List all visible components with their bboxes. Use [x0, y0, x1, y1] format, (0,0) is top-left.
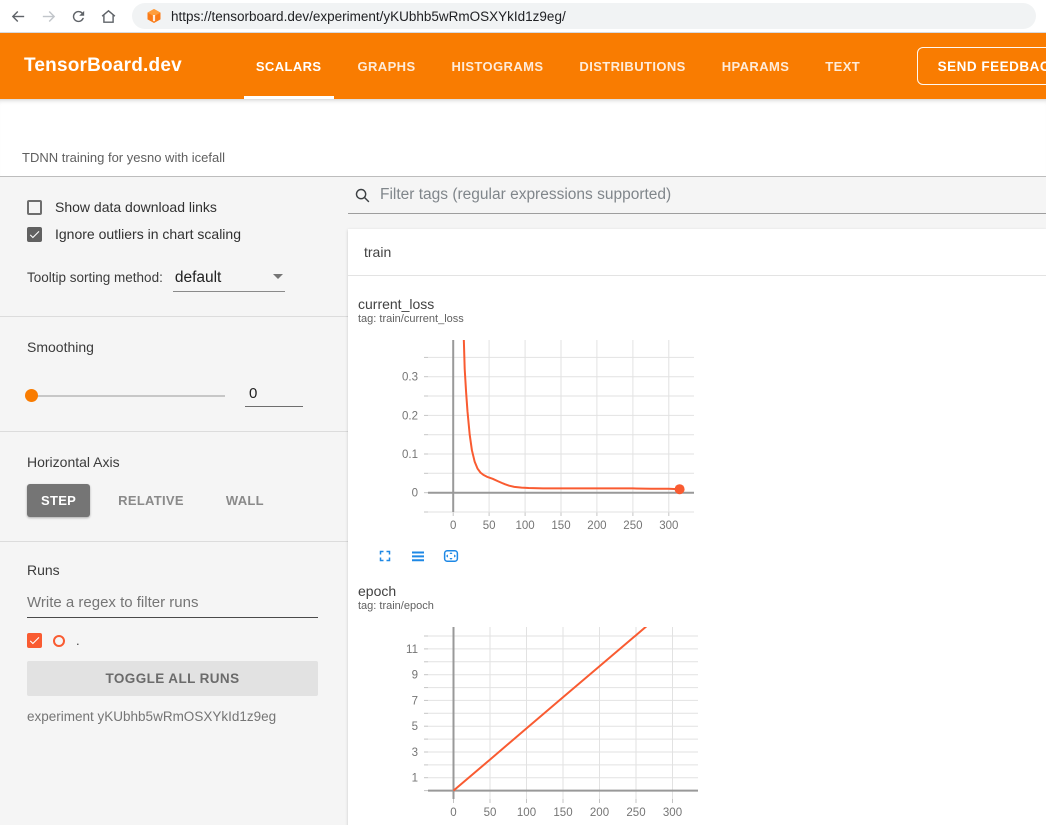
svg-text:0.3: 0.3 [402, 372, 418, 384]
svg-text:50: 50 [484, 807, 497, 819]
chart-tag: tag: train/epoch [358, 600, 706, 612]
section-header-train[interactable]: train [348, 229, 1046, 276]
svg-text:300: 300 [663, 807, 682, 819]
experiment-title-bar: TDNN training for yesno with icefall [0, 99, 1046, 177]
chart-tag: tag: train/current_loss [358, 313, 710, 325]
divider [0, 541, 348, 542]
tab-distributions[interactable]: DISTRIBUTIONS [561, 33, 703, 99]
show-download-links-label: Show data download links [55, 199, 217, 215]
svg-text:250: 250 [623, 520, 642, 532]
svg-text:100: 100 [517, 807, 536, 819]
run-item[interactable]: . [27, 633, 318, 648]
send-feedback-button[interactable]: SEND FEEDBACK [917, 47, 1046, 85]
search-icon [354, 187, 371, 204]
nav-tabs: SCALARS GRAPHS HISTOGRAMS DISTRIBUTIONS … [238, 33, 878, 99]
settings-sidebar: Show data download links Ignore outliers… [0, 177, 348, 824]
ignore-outliers-checkbox[interactable] [27, 227, 42, 242]
svg-text:0.2: 0.2 [402, 410, 418, 422]
reload-icon[interactable] [66, 4, 90, 28]
tab-scalars[interactable]: SCALARS [238, 33, 340, 99]
svg-text:9: 9 [412, 670, 418, 682]
tooltip-sorting-value: default [175, 269, 222, 287]
tab-hparams[interactable]: HPARAMS [704, 33, 808, 99]
check-icon [28, 634, 41, 647]
svg-text:0.1: 0.1 [402, 449, 418, 461]
show-download-links-checkbox[interactable] [27, 200, 42, 215]
svg-text:0: 0 [412, 488, 418, 500]
svg-text:150: 150 [551, 520, 570, 532]
brand-title[interactable]: TensorBoard.dev [24, 55, 182, 77]
main-panel: train current_loss tag: train/current_lo… [348, 177, 1046, 824]
ignore-outliers-row[interactable]: Ignore outliers in chart scaling [27, 226, 318, 242]
svg-text:250: 250 [626, 807, 645, 819]
filter-tags-input[interactable] [380, 186, 1046, 204]
divider [0, 431, 348, 432]
expand-icon[interactable] [376, 547, 394, 565]
horizontal-axis-label: Horizontal Axis [27, 454, 318, 470]
divider [0, 316, 348, 317]
forward-icon[interactable] [36, 4, 60, 28]
toggle-all-runs-button[interactable]: TOGGLE ALL RUNS [27, 661, 318, 696]
axis-step-button[interactable]: STEP [27, 484, 90, 517]
chart-current-loss: current_loss tag: train/current_loss 0 50… [358, 296, 710, 583]
back-icon[interactable] [6, 4, 30, 28]
svg-text:0: 0 [450, 520, 456, 532]
home-icon[interactable] [96, 4, 120, 28]
experiment-title: TDNN training for yesno with icefall [22, 150, 225, 165]
browser-toolbar: https://tensorboard.dev/experiment/yKUbh… [0, 0, 1046, 33]
svg-text:5: 5 [412, 721, 418, 733]
chart-title: current_loss [358, 296, 710, 312]
smoothing-label: Smoothing [27, 339, 318, 355]
ignore-outliers-label: Ignore outliers in chart scaling [55, 226, 241, 242]
tab-histograms[interactable]: HISTOGRAMS [434, 33, 562, 99]
axis-wall-button[interactable]: WALL [212, 484, 278, 517]
smoothing-slider[interactable] [27, 395, 225, 397]
svg-text:300: 300 [659, 520, 678, 532]
svg-text:3: 3 [412, 747, 418, 759]
filter-tags-row [348, 177, 1046, 214]
experiment-id-label: experiment yKUbhb5wRmOSXYkId1z9eg [27, 709, 318, 724]
run-checkbox[interactable] [27, 633, 42, 648]
axis-relative-button[interactable]: RELATIVE [104, 484, 198, 517]
runs-label: Runs [27, 562, 318, 578]
svg-text:0: 0 [450, 807, 456, 819]
chart-title: epoch [358, 583, 706, 599]
tensorboard-favicon [146, 8, 162, 24]
chart-toolbar [376, 547, 710, 565]
url-text: https://tensorboard.dev/experiment/yKUbh… [171, 9, 566, 24]
line-chart[interactable]: 0 50 100 150 200 250 300 0 0.1 0.2 0.3 [358, 334, 700, 539]
svg-text:100: 100 [516, 520, 535, 532]
show-download-links-row[interactable]: Show data download links [27, 199, 318, 215]
tab-text[interactable]: TEXT [807, 33, 878, 99]
tooltip-sorting-label: Tooltip sorting method: [27, 270, 163, 285]
slider-thumb[interactable] [25, 389, 38, 402]
check-icon [28, 228, 41, 241]
address-bar[interactable]: https://tensorboard.dev/experiment/yKUbh… [132, 3, 1036, 29]
tooltip-sorting-dropdown[interactable]: default [173, 269, 285, 292]
run-color-swatch [53, 635, 65, 647]
chart-epoch: epoch tag: train/epoch 0 50 100 150 200 250 30… [358, 583, 706, 825]
smoothing-value[interactable]: 0 [245, 385, 303, 407]
svg-text:7: 7 [412, 695, 418, 707]
fit-domain-icon[interactable] [442, 547, 460, 565]
runs-regex-input[interactable] [27, 594, 318, 618]
chevron-down-icon [273, 274, 283, 279]
svg-text:150: 150 [553, 807, 572, 819]
svg-text:50: 50 [483, 520, 496, 532]
tab-graphs[interactable]: GRAPHS [340, 33, 434, 99]
runs-menu-icon[interactable] [409, 547, 427, 565]
app-header: TensorBoard.dev SCALARS GRAPHS HISTOGRAM… [0, 33, 1046, 99]
charts-grid: current_loss tag: train/current_loss 050… [348, 276, 1046, 825]
run-name: . [76, 633, 80, 648]
line-chart[interactable]: 0 50 100 150 200 250 300 1 3 5 7 9 11 [358, 621, 704, 825]
svg-text:200: 200 [587, 520, 606, 532]
svg-text:1: 1 [412, 773, 418, 785]
svg-text:11: 11 [406, 644, 418, 656]
svg-text:200: 200 [590, 807, 609, 819]
train-section-card: train current_loss tag: train/current_lo… [348, 229, 1046, 825]
